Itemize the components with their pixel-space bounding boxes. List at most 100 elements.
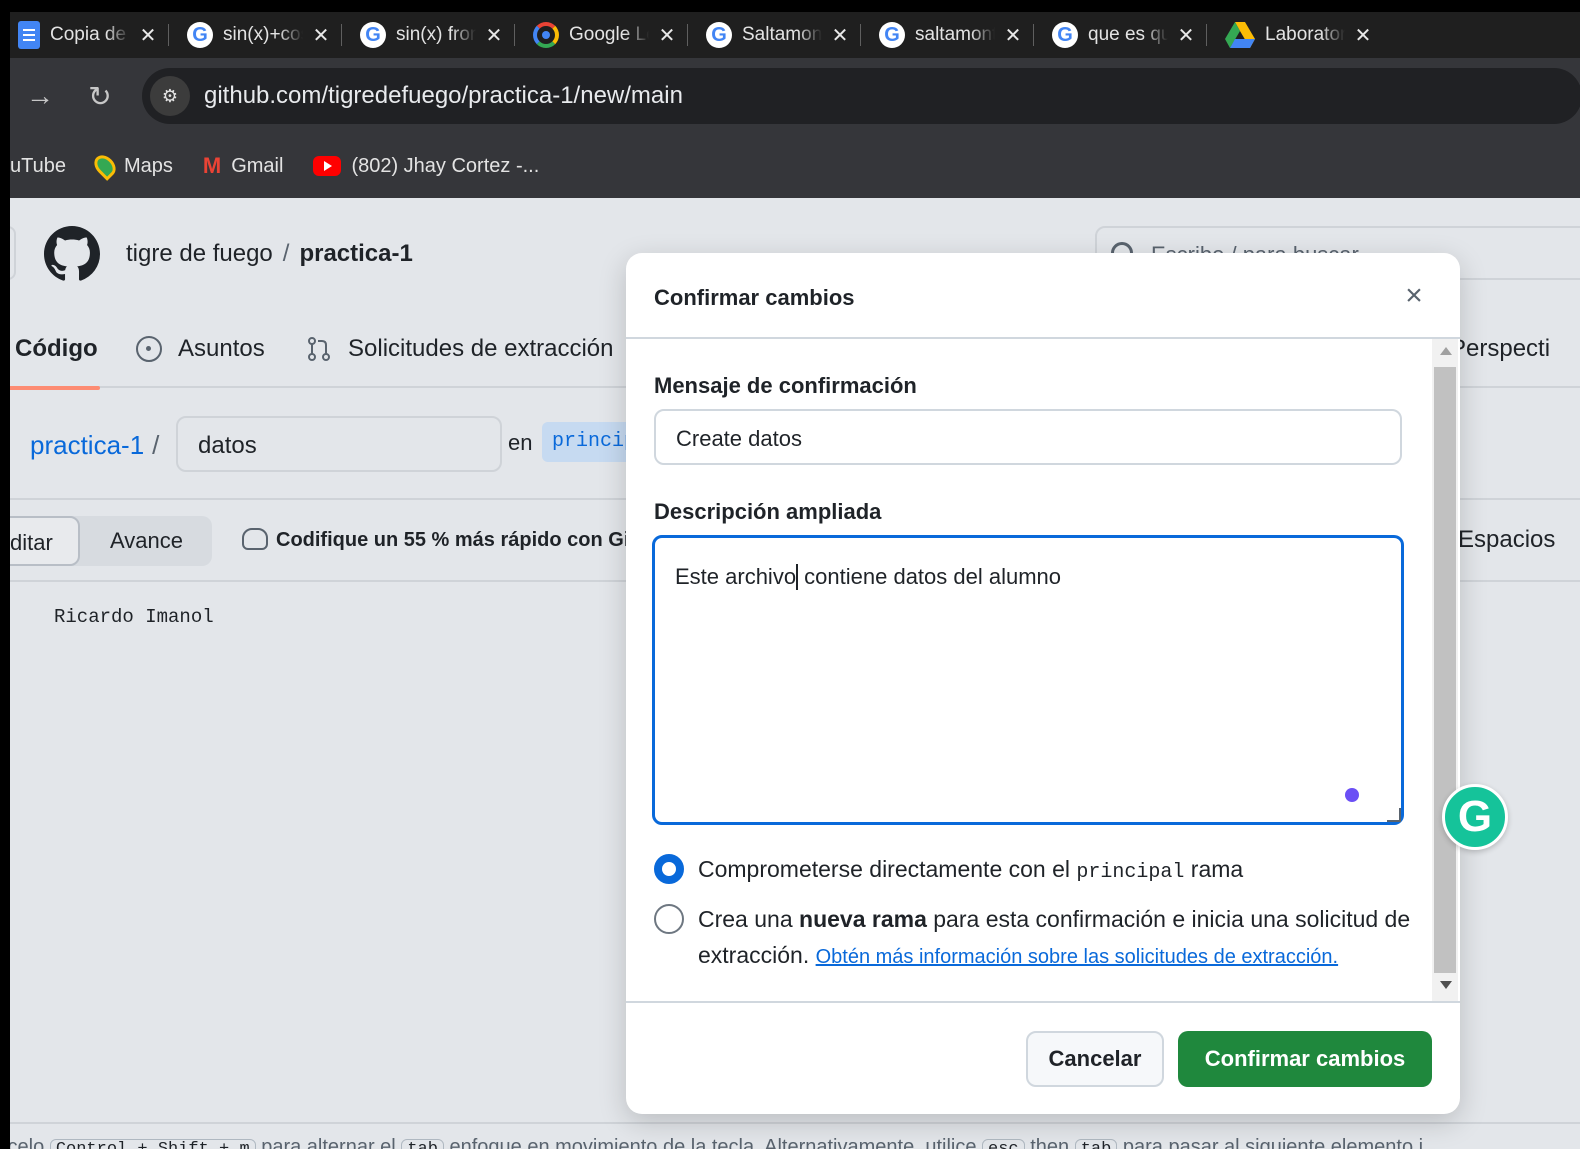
address-bar[interactable]: ⚙ github.com/tigredefuego/practica-1/new… [142, 68, 1580, 124]
scroll-up-icon[interactable] [1440, 347, 1452, 355]
repo-root-link[interactable]: practica-1/ [30, 430, 159, 461]
indent-mode-select[interactable]: Espacios [1458, 526, 1555, 554]
commit-changes-dialog: Confirmar cambios × Mensaje de confirmac… [626, 253, 1460, 1114]
bookmarks-bar: uTube Maps M Gmail (802) Jhay Cortez -..… [10, 134, 1580, 198]
close-icon[interactable]: × [1396, 279, 1432, 315]
tab-pull-requests[interactable]: Solicitudes de extracción [306, 310, 613, 388]
google-icon: G [879, 22, 905, 48]
resize-handle-icon[interactable] [1387, 808, 1401, 822]
browser-tab-7[interactable]: G que es que ✕ [1044, 18, 1198, 52]
file-name-input[interactable]: datos [176, 416, 502, 472]
bookmark-label: (802) Jhay Cortez -... [351, 154, 540, 177]
close-tab-icon[interactable]: ✕ [828, 23, 852, 48]
dialog-footer: Cancelar Confirmar cambios [626, 1001, 1460, 1114]
bookmark-youtube-video[interactable]: (802) Jhay Cortez -... [313, 155, 539, 178]
learn-more-link[interactable]: Obtén más información sobre las solicitu… [816, 946, 1338, 968]
reload-icon[interactable]: ↻ [70, 80, 130, 113]
close-tab-icon[interactable]: ✕ [655, 23, 679, 48]
option-text-part: Comprometerse directamente con el [698, 856, 1077, 882]
browser-tab-4[interactable]: Google Lens ✕ [525, 18, 679, 52]
new-branch-option[interactable]: Crea una nueva rama para esta confirmaci… [654, 901, 1414, 975]
bookmark-youtube[interactable]: uTube [10, 155, 66, 178]
youtube-icon [313, 156, 342, 176]
tab-label: Solicitudes de extracción [348, 335, 614, 362]
site-info-icon[interactable]: ⚙ [150, 76, 190, 116]
browser-tab-5[interactable]: G Saltamontes ✕ [698, 18, 852, 52]
browser-tab-8[interactable]: Laboratorio ✕ [1217, 18, 1375, 52]
tab-issues[interactable]: Asuntos [136, 310, 265, 388]
tab-separator [168, 24, 169, 46]
dialog-scrollbar[interactable] [1432, 339, 1458, 1001]
tab-separator [1206, 24, 1207, 46]
browser-tab-1[interactable]: Copia de ✕ [10, 18, 160, 52]
bookmark-gmail[interactable]: M Gmail [203, 153, 284, 179]
dialog-body: Mensaje de confirmación Create datos Des… [626, 339, 1460, 1001]
copilot-text: Codifique un 55 % más rápido con Gi [276, 529, 630, 551]
tab-separator [1033, 24, 1034, 46]
hint-text: para pasar al siguiente elemento i [1122, 1136, 1424, 1149]
hint-kbd: esc [982, 1139, 1025, 1149]
radio-selected[interactable] [654, 854, 684, 884]
bookmark-label: Maps [123, 154, 173, 177]
description-text: contiene datos del alumno [798, 564, 1062, 589]
grammarly-icon[interactable]: G [1442, 784, 1508, 850]
browser-toolbar: → ↻ ⚙ github.com/tigredefuego/practica-1… [10, 58, 1580, 134]
close-tab-icon[interactable]: ✕ [482, 23, 506, 48]
breadcrumb-separator: / [282, 240, 290, 267]
cancel-button[interactable]: Cancelar [1026, 1031, 1164, 1087]
tab-separator [514, 24, 515, 46]
option-text-bold: nueva rama [799, 906, 927, 932]
scroll-down-icon[interactable] [1440, 981, 1452, 989]
tab-label: Código [15, 335, 98, 362]
scrollbar-thumb[interactable] [1434, 367, 1456, 973]
tab-insights[interactable]: Perspecti [1450, 310, 1550, 388]
browser-tab-2[interactable]: G sin(x)+cos ✕ [179, 18, 333, 52]
browser-tab-3[interactable]: G sin(x) from ✕ [352, 18, 506, 52]
grammarly-status-dot [1345, 788, 1359, 802]
preview-tab[interactable]: Avance [110, 528, 183, 554]
repo-breadcrumb: tigre de fuego / practica-1 [126, 240, 413, 268]
edit-tab[interactable]: ditar [10, 516, 80, 566]
commit-message-input[interactable]: Create datos [654, 409, 1402, 465]
branch-prefix-label: en [508, 430, 533, 455]
commit-directly-option[interactable]: Comprometerse directamente con el princi… [654, 851, 1414, 891]
forward-arrow-icon[interactable]: → [10, 80, 70, 112]
hint-kbd: tab [1074, 1139, 1118, 1149]
close-tab-icon[interactable]: ✕ [1351, 23, 1375, 48]
owner-link[interactable]: tigre de fuego [126, 240, 273, 267]
hint-text: then [1030, 1136, 1070, 1149]
tab-title: saltamontes [915, 24, 995, 45]
extended-description-textarea[interactable]: Este archivo contiene datos del alumno [652, 535, 1404, 825]
close-tab-icon[interactable]: ✕ [1174, 23, 1198, 48]
google-icon: G [1052, 22, 1078, 48]
google-icon: G [360, 22, 386, 48]
browser-window: Copia de ✕ G sin(x)+cos ✕ G sin(x) from … [10, 12, 1580, 1149]
hint-text: ícelo [10, 1136, 45, 1149]
commit-changes-button[interactable]: Confirmar cambios [1178, 1031, 1432, 1087]
tab-title: Saltamontes [742, 24, 822, 45]
menu-button[interactable] [10, 226, 16, 280]
google-icon: G [187, 22, 213, 48]
tab-separator [341, 24, 342, 46]
google-lens-icon [533, 22, 559, 48]
tab-label: Perspecti [1450, 335, 1551, 362]
close-tab-icon[interactable]: ✕ [1001, 23, 1025, 48]
tab-title: sin(x) from [396, 24, 476, 45]
maps-icon [90, 151, 120, 181]
github-logo-icon[interactable] [44, 226, 100, 282]
bookmark-maps[interactable]: Maps [90, 151, 173, 181]
close-tab-icon[interactable]: ✕ [309, 23, 333, 48]
keyboard-hint: ícelo Control + Shift + m para alternar … [10, 1122, 1580, 1149]
browser-tab-6[interactable]: G saltamontes ✕ [871, 18, 1025, 52]
repo-name-link[interactable]: practica-1 [299, 240, 412, 267]
bookmark-label: Gmail [231, 154, 284, 177]
close-tab-icon[interactable]: ✕ [136, 23, 160, 48]
tab-title: Copia de [50, 24, 127, 45]
tab-title: sin(x)+cos [223, 24, 303, 45]
radio-unselected[interactable] [654, 904, 684, 934]
path-separator: / [152, 430, 160, 460]
tab-code[interactable]: Código [10, 310, 100, 390]
copilot-promo[interactable]: Codifique un 55 % más rápido con Gi [242, 528, 629, 552]
code-editor-line[interactable]: Ricardo Imanol [54, 606, 214, 628]
gmail-icon: M [202, 153, 222, 178]
